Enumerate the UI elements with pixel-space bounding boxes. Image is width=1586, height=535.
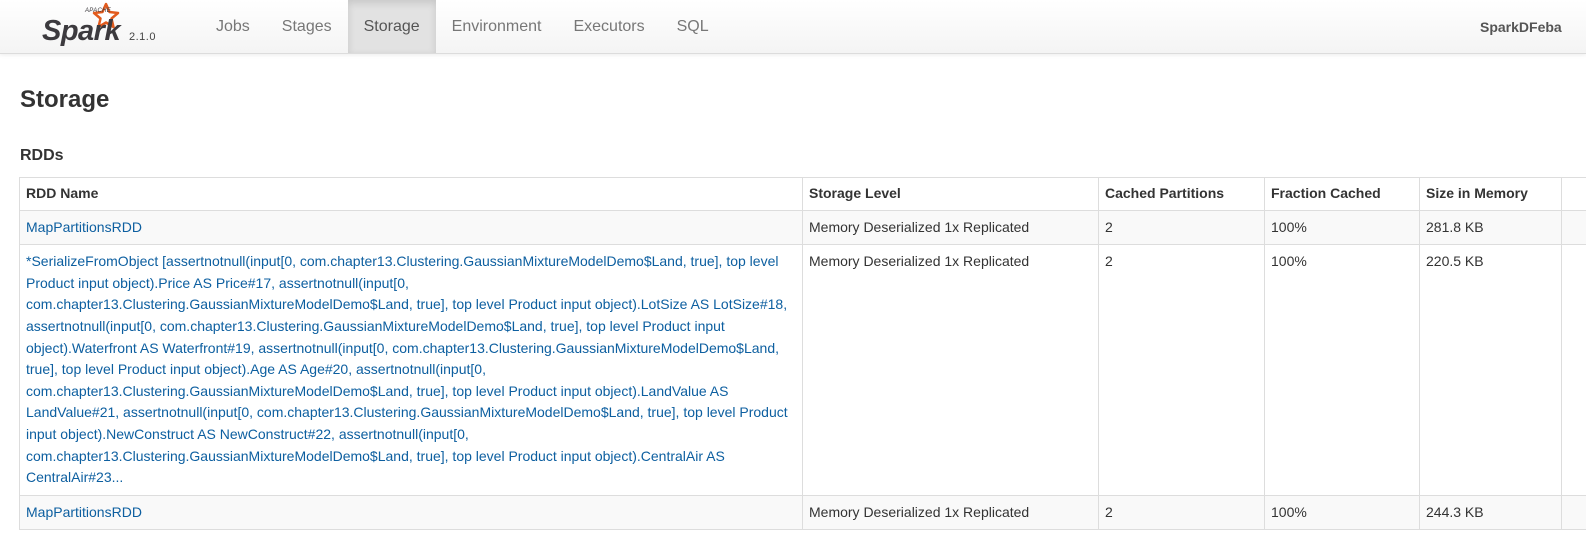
column-header-cached-partitions[interactable]: Cached Partitions — [1098, 177, 1265, 211]
cell-fraction-cached: 100% — [1264, 209, 1420, 246]
cell-rdd-name: MapPartitionsRDD — [19, 494, 803, 531]
column-header-fraction-cached[interactable]: Fraction Cached — [1264, 177, 1420, 211]
rdd-table-container: RDD Name Storage Level Cached Partitions… — [19, 177, 1586, 531]
cell-rdd-name: MapPartitionsRDD — [19, 209, 803, 246]
cell-fraction-cached: 100% — [1264, 494, 1420, 531]
column-header-overflow — [1561, 177, 1586, 211]
tab-jobs[interactable]: Jobs — [200, 0, 266, 53]
rdd-link[interactable]: MapPartitionsRDD — [26, 219, 142, 235]
application-name: SparkDFeba — [1480, 19, 1562, 35]
cell-overflow — [1561, 494, 1586, 531]
cell-cached-partitions: 2 — [1098, 209, 1265, 246]
logo-apache-text: APACHE — [84, 8, 112, 14]
cell-size-in-memory: 244.3 KB — [1419, 494, 1562, 531]
table-header-row: RDD Name Storage Level Cached Partitions… — [19, 177, 1586, 211]
cell-size-in-memory: 220.5 KB — [1419, 244, 1562, 496]
top-navbar: APACHE Spark 2.1.0 Jobs Stages Storage E… — [0, 0, 1586, 54]
column-header-storage-level[interactable]: Storage Level — [802, 177, 1099, 211]
rdd-table: RDD Name Storage Level Cached Partitions… — [19, 177, 1586, 531]
tab-stages[interactable]: Stages — [266, 0, 348, 53]
cell-storage-level: Memory Deserialized 1x Replicated — [802, 244, 1099, 496]
table-row: MapPartitionsRDD Memory Deserialized 1x … — [19, 209, 1586, 246]
cell-storage-level: Memory Deserialized 1x Replicated — [802, 209, 1099, 246]
cell-cached-partitions: 2 — [1098, 244, 1265, 496]
logo-spark-text: Spark — [42, 15, 122, 47]
table-row: *SerializeFromObject [assertnotnull(inpu… — [19, 244, 1586, 496]
nav-tabs: Jobs Stages Storage Environment Executor… — [200, 0, 725, 53]
cell-rdd-name: *SerializeFromObject [assertnotnull(inpu… — [19, 244, 803, 496]
cell-fraction-cached: 100% — [1264, 244, 1420, 496]
spark-logo[interactable]: APACHE Spark 2.1.0 — [40, 2, 170, 50]
cell-cached-partitions: 2 — [1098, 494, 1265, 531]
tab-storage[interactable]: Storage — [347, 0, 436, 53]
cell-size-in-memory: 281.8 KB — [1419, 209, 1562, 246]
table-row: MapPartitionsRDD Memory Deserialized 1x … — [19, 494, 1586, 531]
spark-version: 2.1.0 — [129, 31, 156, 43]
tab-executors[interactable]: Executors — [557, 0, 660, 53]
cell-storage-level: Memory Deserialized 1x Replicated — [802, 494, 1099, 531]
column-header-rdd-name[interactable]: RDD Name — [19, 177, 803, 211]
rdd-link[interactable]: MapPartitionsRDD — [26, 504, 142, 520]
tab-sql[interactable]: SQL — [661, 0, 725, 53]
section-title-rdds: RDDs — [20, 147, 64, 164]
tab-environment[interactable]: Environment — [436, 0, 558, 53]
rdd-link[interactable]: *SerializeFromObject [assertnotnull(inpu… — [26, 253, 788, 485]
page-title: Storage — [20, 86, 110, 113]
cell-overflow — [1561, 209, 1586, 246]
cell-overflow — [1561, 244, 1586, 496]
column-header-size-in-memory[interactable]: Size in Memory — [1419, 177, 1562, 211]
